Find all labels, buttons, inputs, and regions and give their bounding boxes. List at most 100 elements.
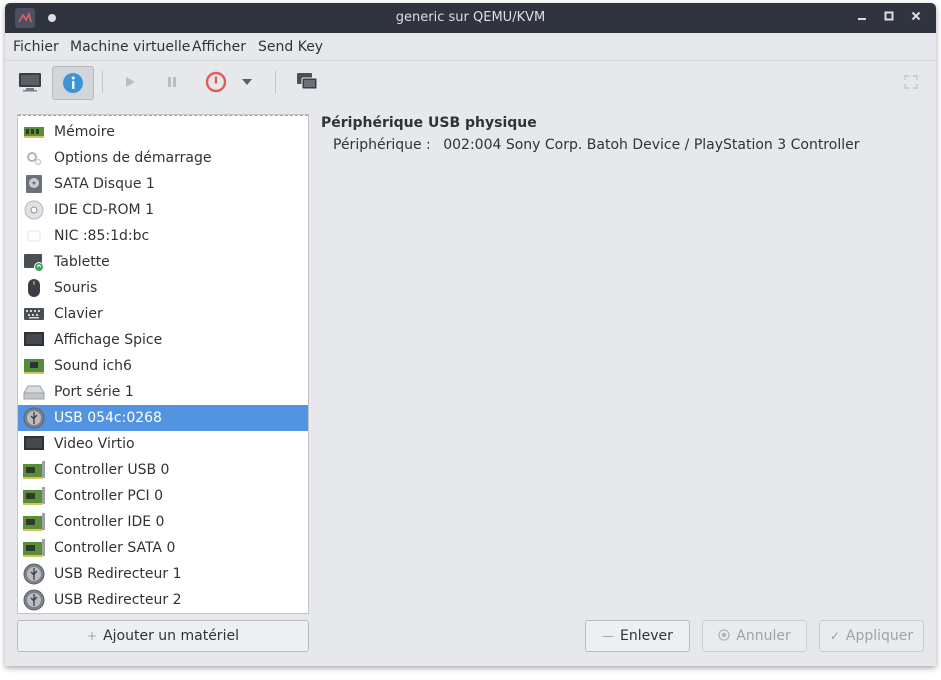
hardware-list-item[interactable]: USB 054c:0268 <box>18 405 308 431</box>
pause-button[interactable] <box>155 66 189 98</box>
fullscreen-icon <box>904 75 918 89</box>
cancel-icon <box>718 628 730 644</box>
boot-options-icon <box>22 146 46 170</box>
hardware-list-item[interactable]: Clavier <box>18 301 308 327</box>
hardware-list-item[interactable]: Controller SATA 0 <box>18 535 308 561</box>
toolbar-separator <box>102 71 103 93</box>
hardware-item-label: Controller USB 0 <box>54 462 170 478</box>
mouse-icon <box>22 276 46 300</box>
apply-button[interactable]: ✓ Appliquer <box>819 620 924 652</box>
hardware-item-label: Affichage Spice <box>54 332 163 348</box>
remove-label: Enlever <box>620 628 673 644</box>
video-icon <box>22 432 46 456</box>
menu-bar: Fichier Machine virtuelle Afficher Send … <box>5 33 936 61</box>
menu-machine-virtuelle[interactable]: Machine virtuelle <box>70 39 190 55</box>
hardware-item-label: IDE CD-ROM 1 <box>54 202 154 218</box>
sound-card-icon <box>22 354 46 378</box>
hardware-list-item[interactable]: Controller PCI 0 <box>18 483 308 509</box>
run-button[interactable] <box>113 66 147 98</box>
hardware-item-label: Sound ich6 <box>54 358 132 374</box>
hardware-item-label: Souris <box>54 280 98 296</box>
play-icon <box>126 77 135 87</box>
cdrom-icon <box>22 198 46 222</box>
snapshots-button[interactable] <box>290 66 324 98</box>
cancel-button[interactable]: Annuler <box>702 620 807 652</box>
controller-icon <box>22 510 46 534</box>
hardware-list-item[interactable]: Options de démarrage <box>18 145 308 171</box>
title-bar: generic sur QEMU/KVM <box>5 3 936 33</box>
info-icon <box>63 73 83 93</box>
device-row: Périphérique : 002:004 Sony Corp. Batoh … <box>333 137 859 153</box>
hardware-item-label: Controller PCI 0 <box>54 488 164 504</box>
hardware-list-item[interactable]: Controller IDE 0 <box>18 509 308 535</box>
pause-icon <box>168 77 176 87</box>
hardware-item-label: Port série 1 <box>54 384 134 400</box>
add-hardware-button[interactable]: + Ajouter un matériel <box>17 620 309 652</box>
hardware-item-label: Controller SATA 0 <box>54 540 176 556</box>
hardware-item-label: Options de démarrage <box>54 150 212 166</box>
hardware-list-item[interactable]: Port série 1 <box>18 379 308 405</box>
cancel-label: Annuler <box>736 628 791 644</box>
window-title: generic sur QEMU/KVM <box>395 10 546 25</box>
shutdown-button[interactable] <box>199 66 233 98</box>
clone-icon <box>297 73 318 90</box>
details-heading: Périphérique USB physique <box>321 115 537 131</box>
controller-icon <box>22 458 46 482</box>
list-top-divider <box>18 115 308 118</box>
maximize-button[interactable] <box>879 8 899 28</box>
hardware-item-label: USB Redirecteur 1 <box>54 566 182 582</box>
hardware-list-item[interactable]: Controller USB 0 <box>18 457 308 483</box>
monitor-icon <box>19 73 41 92</box>
dropdown-icon <box>242 79 252 85</box>
hardware-list-item[interactable]: NIC :85:1d:bc <box>18 223 308 249</box>
hardware-list-item[interactable]: Mémoire <box>18 119 308 145</box>
usb-icon <box>22 406 46 430</box>
minimize-button[interactable] <box>852 8 872 28</box>
hardware-list-item[interactable]: Sound ich6 <box>18 353 308 379</box>
check-icon: ✓ <box>829 629 840 643</box>
hardware-list-item[interactable]: Video Virtio <box>18 431 308 457</box>
memory-icon <box>22 120 46 144</box>
menu-afficher[interactable]: Afficher <box>192 39 246 55</box>
toolbar-separator <box>275 71 276 93</box>
menu-fichier[interactable]: Fichier <box>13 39 59 55</box>
remove-button[interactable]: — Enlever <box>585 620 690 652</box>
hardware-item-label: Tablette <box>54 254 110 270</box>
plus-icon: + <box>87 629 98 643</box>
details-panel: Périphérique USB physique Périphérique :… <box>321 115 859 153</box>
serial-port-icon <box>22 380 46 404</box>
hardware-list-item[interactable]: Tablette <box>18 249 308 275</box>
close-button[interactable] <box>906 8 926 28</box>
hardware-item-label: USB 054c:0268 <box>54 410 162 426</box>
hardware-item-label: USB Redirecteur 2 <box>54 592 182 608</box>
add-hardware-label: Ajouter un matériel <box>103 628 239 644</box>
device-value: 002:004 Sony Corp. Batoh Device / PlaySt… <box>443 137 860 153</box>
hardware-list-item[interactable]: SATA Disque 1 <box>18 171 308 197</box>
hardware-list-item[interactable]: IDE CD-ROM 1 <box>18 197 308 223</box>
hardware-list-item[interactable]: Affichage Spice <box>18 327 308 353</box>
device-label: Périphérique : <box>333 137 431 153</box>
shutdown-menu-button[interactable] <box>237 66 257 98</box>
hardware-list-item[interactable]: USB Redirecteur 2 <box>18 587 308 613</box>
apply-label: Appliquer <box>845 628 914 644</box>
keyboard-icon <box>22 302 46 326</box>
hardware-list-item[interactable]: Souris <box>18 275 308 301</box>
hardware-item-label: Clavier <box>54 306 103 322</box>
console-button[interactable] <box>13 66 47 98</box>
hardware-list-item[interactable]: USB Redirecteur 1 <box>18 561 308 587</box>
hardware-item-label: SATA Disque 1 <box>54 176 155 192</box>
hardware-item-label: Mémoire <box>54 124 115 140</box>
controller-icon <box>22 484 46 508</box>
toolbar <box>5 61 936 103</box>
details-button[interactable] <box>52 66 94 100</box>
power-icon <box>205 71 227 93</box>
disk-icon <box>22 172 46 196</box>
minus-icon: — <box>602 629 615 643</box>
fullscreen-button[interactable] <box>894 66 928 98</box>
display-icon <box>22 328 46 352</box>
app-window: generic sur QEMU/KVM Fichier Machine vir… <box>5 3 936 666</box>
hardware-item-label: Video Virtio <box>54 436 135 452</box>
controller-icon <box>22 536 46 560</box>
menu-send-key[interactable]: Send Key <box>258 39 323 55</box>
hardware-list[interactable]: Mémoire Options de démarrage SATA Disque 1… <box>17 114 309 614</box>
